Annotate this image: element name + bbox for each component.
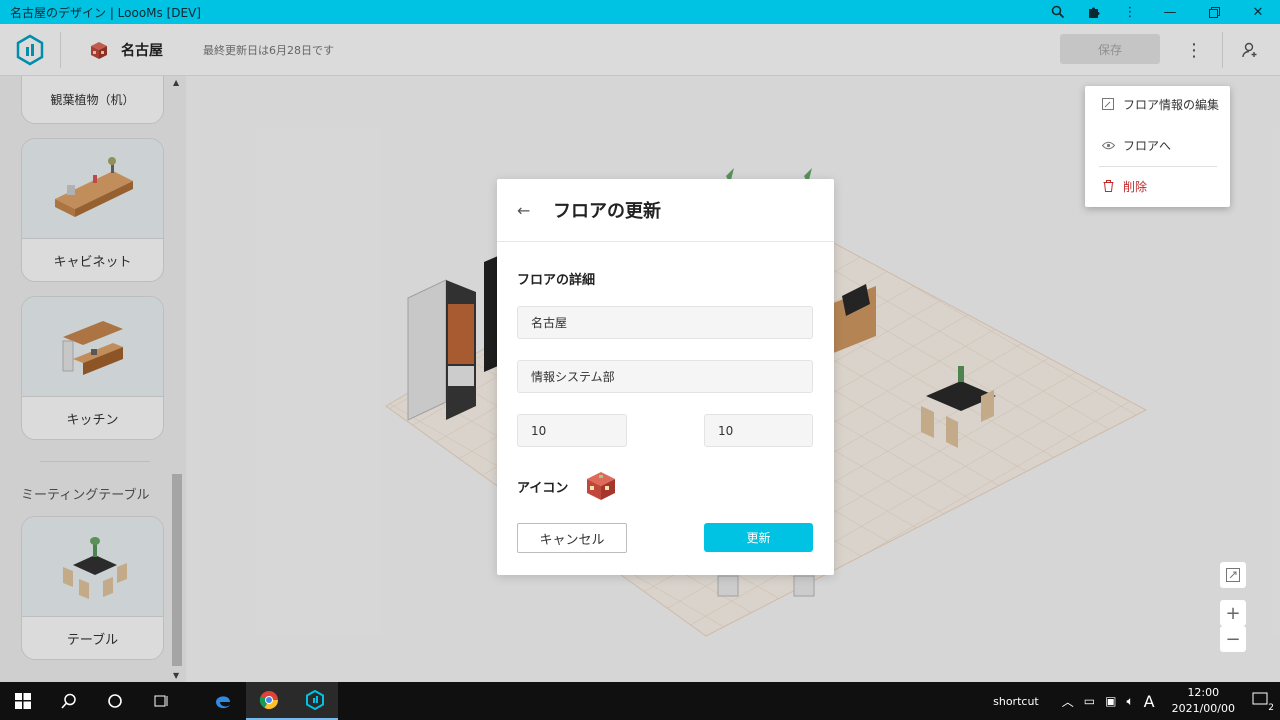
ime-indicator[interactable]: A (1144, 692, 1155, 711)
zoom-out-button[interactable]: − (1220, 626, 1246, 652)
back-arrow-icon[interactable]: ← (517, 201, 539, 220)
menu-item-go-to-floor[interactable]: フロアへ (1085, 127, 1230, 163)
floor-width-field[interactable]: 10 (517, 414, 627, 447)
zoom-in-button[interactable]: + (1220, 600, 1246, 626)
floor-name-field[interactable]: 名古屋 (517, 306, 813, 339)
zoom-icon[interactable] (1040, 0, 1076, 24)
dialog-header: ← フロアの更新 (497, 179, 834, 242)
menu-item-edit-floor[interactable]: フロア情報の編集 (1085, 86, 1230, 122)
system-tray: shortcut ︿ ▭ ▣ 🔈︎ A 12:00 2021/00/00 2 (993, 682, 1280, 720)
floor-options-menu: フロア情報の編集 フロアへ 削除 (1085, 86, 1230, 207)
menu-item-label: 削除 (1123, 179, 1148, 194)
network-icon[interactable]: ▣ (1105, 694, 1116, 708)
volume-icon[interactable]: 🔈︎ (1126, 694, 1133, 709)
extensions-icon[interactable] (1076, 0, 1112, 24)
taskbar-clock[interactable]: 12:00 2021/00/00 (1172, 685, 1235, 717)
close-window-button[interactable]: ✕ (1236, 0, 1280, 24)
clock-time: 12:00 (1187, 686, 1220, 699)
battery-icon[interactable]: ▭ (1084, 694, 1095, 708)
menu-item-delete[interactable]: 削除 (1085, 168, 1230, 204)
chrome-menu-icon[interactable]: ⋮ (1112, 0, 1148, 24)
search-icon[interactable] (46, 682, 92, 720)
edge-browser-icon[interactable] (200, 682, 246, 720)
floor-details-heading: フロアの詳細 (517, 273, 596, 288)
window-titlebar: 名古屋のデザイン | LoooMs [DEV] ⋮ — ✕ (0, 0, 1280, 24)
tray-chevron-up-icon[interactable]: ︿ (1062, 693, 1074, 710)
notification-count: 2 (1268, 702, 1274, 713)
cancel-button[interactable]: キャンセル (517, 523, 627, 553)
menu-item-label: フロアへ (1123, 138, 1172, 153)
shortcut-toolbar-label[interactable]: shortcut (993, 695, 1039, 708)
task-view-icon[interactable] (138, 682, 184, 720)
floor-height-field[interactable]: 10 (704, 414, 813, 447)
notification-icon[interactable]: 2 (1252, 692, 1274, 713)
dialog-title: フロアの更新 (553, 201, 661, 222)
floor-icon-picker[interactable] (583, 467, 619, 503)
window-title: 名古屋のデザイン | LoooMs [DEV] (10, 5, 201, 20)
edit-icon (1101, 98, 1115, 110)
chrome-browser-icon[interactable] (246, 682, 292, 720)
clock-date: 2021/00/00 (1171, 702, 1235, 715)
fit-screen-icon[interactable] (1220, 562, 1246, 588)
menu-divider (1099, 166, 1217, 167)
restore-button[interactable] (1192, 0, 1236, 24)
menu-item-label: フロア情報の編集 (1123, 97, 1220, 112)
minimize-button[interactable]: — (1148, 0, 1192, 24)
os-taskbar: shortcut ︿ ▭ ▣ 🔈︎ A 12:00 2021/00/00 2 (0, 682, 1280, 720)
update-floor-dialog: ← フロアの更新 フロアの詳細 名古屋 情報システム部 10 10 アイコン キ… (497, 179, 834, 575)
windows-start-icon[interactable] (0, 682, 46, 720)
trash-icon (1101, 180, 1115, 192)
icon-label: アイコン (517, 481, 569, 496)
department-field[interactable]: 情報システム部 (517, 360, 813, 393)
eye-icon (1101, 141, 1115, 150)
update-button[interactable]: 更新 (704, 523, 813, 552)
cortana-icon[interactable] (92, 682, 138, 720)
looms-app-icon[interactable] (292, 682, 338, 720)
